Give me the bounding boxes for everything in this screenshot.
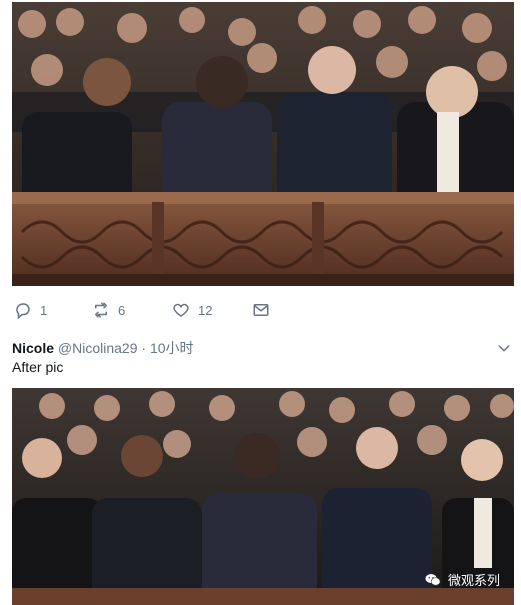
tweet-actions: 1 6 12 xyxy=(12,296,312,324)
bottom-photo[interactable]: 微观系列 xyxy=(12,388,514,605)
direct-message-button[interactable] xyxy=(252,301,270,319)
top-photo-graphic xyxy=(12,2,514,286)
tweet-timestamp[interactable]: 10小时 xyxy=(150,340,194,356)
retweet-icon xyxy=(95,302,107,318)
separator-dot: · xyxy=(141,340,147,356)
watermark: 微观系列 xyxy=(424,570,500,589)
reply-count: 1 xyxy=(40,302,48,318)
tweet-header: Nicole @Nicolina29 · 10小时 xyxy=(12,338,514,358)
reply-icon xyxy=(16,303,30,319)
retweet-count: 6 xyxy=(118,302,126,318)
user-display-name[interactable]: Nicole xyxy=(12,340,54,356)
user-handle[interactable]: @Nicolina29 xyxy=(58,340,138,356)
top-photo[interactable] xyxy=(12,2,514,286)
wechat-icon xyxy=(425,573,441,586)
like-button[interactable]: 12 xyxy=(172,301,212,319)
like-icon xyxy=(173,303,189,317)
mail-icon xyxy=(253,304,269,316)
watermark-text: 微观系列 xyxy=(447,573,500,588)
like-count: 12 xyxy=(198,302,213,318)
chevron-down-icon[interactable] xyxy=(496,340,512,356)
tweet-text: After pic xyxy=(12,359,64,375)
reply-button[interactable]: 1 xyxy=(14,301,47,319)
retweet-button[interactable]: 6 xyxy=(92,301,125,319)
